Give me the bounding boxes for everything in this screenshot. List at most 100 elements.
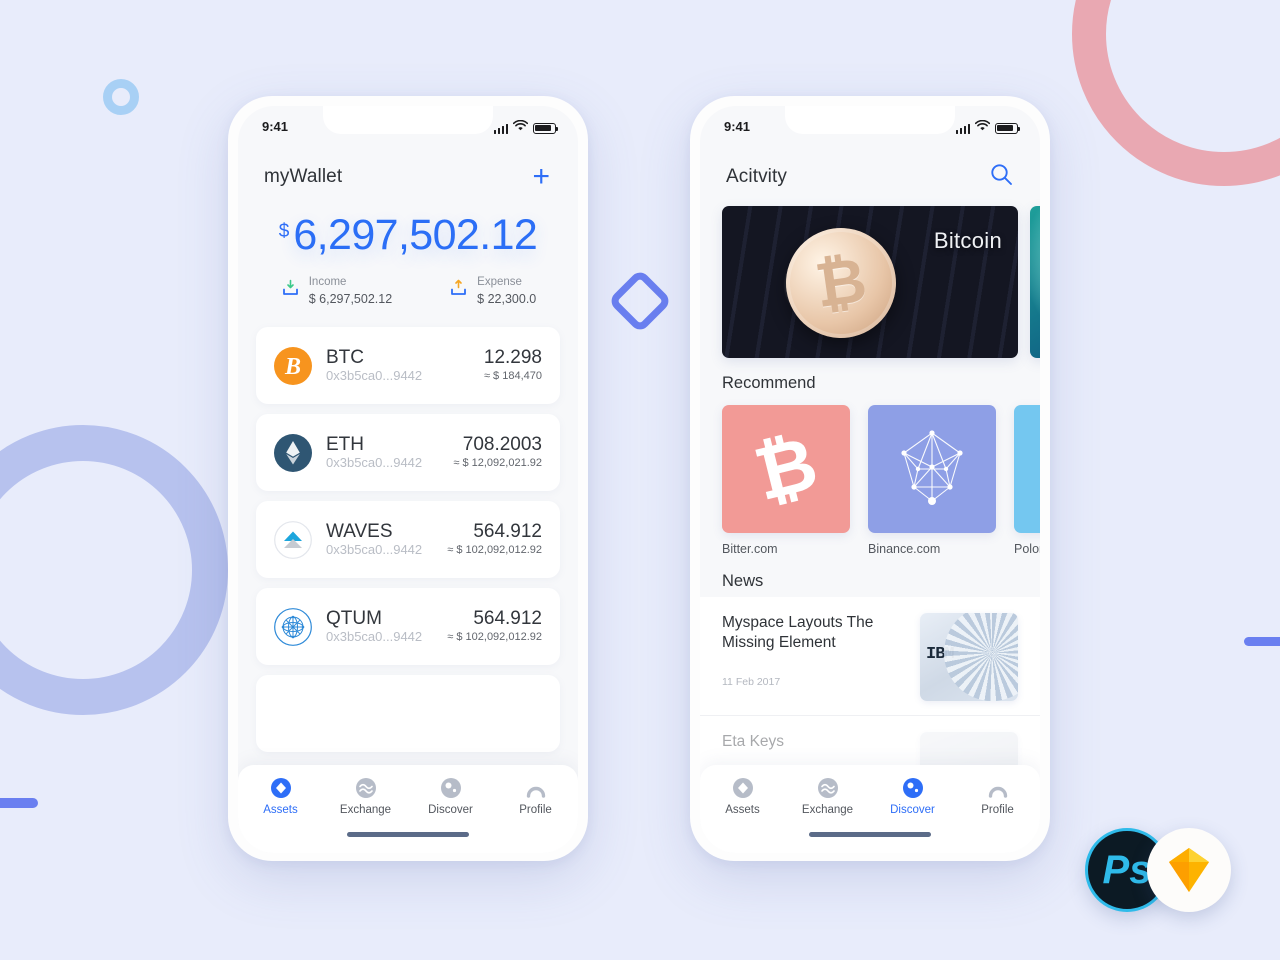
status-time: 9:41 [724,118,751,134]
asset-symbol: ETH [326,433,364,455]
asset-address: 0x3b5ca0...9442 [326,542,423,558]
battery-icon [533,122,559,134]
asset-fiat-value: ≈ $ 184,470 [483,370,542,383]
asset-fiat-value: ≈ $ 102,092,012.92 [447,544,542,557]
tab-assets[interactable]: Assets [238,776,323,816]
cellular-signal-icon [955,123,970,134]
home-indicator[interactable] [809,832,931,837]
assets-header: myWallet + [238,146,578,192]
discover-screen: 9:41 Acitvity ₿ Bitcoin Recommend ₿ Bitt… [700,106,1040,853]
list-item[interactable]: Binance.com [868,405,996,556]
tab-exchange[interactable]: Exchange [323,776,408,816]
diamond-outline-decoration [607,268,673,334]
expense-label: Expense [477,276,522,288]
cellular-signal-icon [493,123,508,134]
periwinkle-ring-decoration [0,425,228,715]
small-blue-ring-decoration [103,79,139,115]
tab-discover[interactable]: Discover [408,776,493,816]
sketch-diamond-icon [1169,848,1209,892]
list-item[interactable]: ₿ Bitter.com [722,405,850,556]
asset-fiat-value: ≈ $ 102,092,012.92 [447,631,542,644]
svg-text:B: B [284,354,301,380]
assets-diamond-icon [238,776,323,800]
tab-label: Discover [890,804,935,816]
eth-coin-icon [274,433,312,472]
tab-profile[interactable]: Profile [493,776,578,816]
asset-symbol: WAVES [326,520,393,542]
tab-label: Profile [519,804,552,816]
recommend-carousel[interactable]: ₿ Bitter.com Binance.com Polo [700,393,1040,556]
page-title: Acitvity [726,166,787,187]
asset-address: 0x3b5ca0...9442 [326,629,423,645]
tab-label: Profile [981,804,1014,816]
table-row[interactable]: QTUM 0x3b5ca0...9442 564.912 ≈ $ 102,092… [256,588,560,666]
tab-label: Assets [263,804,298,816]
balance-value: 6,297,502.12 [293,211,538,259]
income-value: $ 6,297,502.12 [308,291,393,306]
discover-moon-icon [408,776,493,800]
table-row-partial[interactable] [256,675,560,753]
banner-card[interactable] [1030,206,1040,358]
left-bar-decoration [0,798,38,808]
currency-symbol: $ [278,221,290,242]
table-row[interactable]: ETH 0x3b5ca0...9442 708.2003 ≈ $ 12,092,… [256,414,560,492]
table-row[interactable]: B BTC 0x3b5ca0...9442 12.298 ≈ $ 184,470 [256,327,560,405]
bitcoin-coin-photo-icon: ₿ [778,220,904,346]
battery-icon [995,122,1021,134]
list-item[interactable]: Myspace Layouts The Missing Element 11 F… [700,597,1040,716]
asset-symbol: QTUM [326,607,382,629]
status-bar: 9:41 [238,106,578,146]
list-item[interactable]: Polonie [1014,405,1040,556]
asset-amount: 564.912 [473,608,542,630]
plus-icon[interactable]: + [530,162,552,192]
tab-profile[interactable]: Profile [955,776,1040,816]
asset-amount: 12.298 [483,347,542,369]
income-item[interactable]: Income $ 6,297,502.12 [280,275,392,307]
income-label: Income [308,276,347,288]
expense-tray-up-icon [448,278,469,304]
expense-value: $ 22,300.0 [477,291,537,306]
banner-carousel[interactable]: ₿ Bitcoin [700,192,1040,358]
tab-label: Discover [428,804,473,816]
search-icon[interactable] [989,162,1014,192]
wifi-icon [974,119,991,134]
discover-moon-icon [870,776,955,800]
right-bar-decoration [1244,637,1280,646]
recommend-card[interactable] [868,405,996,533]
asset-amount: 564.912 [473,521,542,543]
home-indicator[interactable] [347,832,469,837]
tab-label: Assets [725,804,760,816]
banner-card[interactable]: ₿ Bitcoin [722,206,1018,358]
tab-assets[interactable]: Assets [700,776,785,816]
asset-symbol: BTC [326,346,364,368]
news-title: Myspace Layouts The Missing Element [722,614,874,652]
recommend-section-title: Recommend [722,374,816,392]
status-time: 9:41 [262,118,289,134]
phone-mockup-assets: 9:41 myWallet + $ 6,297,502.12 Income $ … [228,96,588,861]
network-polyhedron-icon [884,419,980,520]
recommend-card[interactable] [1014,405,1040,533]
asset-address: 0x3b5ca0...9442 [326,455,423,471]
pink-ring-decoration [1072,0,1280,186]
expense-item[interactable]: Expense $ 22,300.0 [448,275,536,307]
table-row[interactable]: WAVES 0x3b5ca0...9442 564.912 ≈ $ 102,09… [256,501,560,579]
asset-list: B BTC 0x3b5ca0...9442 12.298 ≈ $ 184,470 [238,327,578,753]
balance-section: $ 6,297,502.12 Income $ 6,297,502.12 Exp… [238,192,578,309]
tab-exchange[interactable]: Exchange [785,776,870,816]
waves-coin-icon [274,520,312,559]
profile-person-icon [493,776,578,800]
phone-mockup-discover: 9:41 Acitvity ₿ Bitcoin Recommend ₿ Bitt… [690,96,1050,861]
assets-screen: 9:41 myWallet + $ 6,297,502.12 Income $ … [238,106,578,853]
profile-person-icon [955,776,1040,800]
asset-address: 0x3b5ca0...9442 [326,368,423,384]
banner-label: Bitcoin [933,228,1002,253]
tab-label: Exchange [801,804,854,816]
asset-amount: 708.2003 [462,434,542,456]
recommend-card[interactable]: ₿ [722,405,850,533]
wifi-icon [512,119,529,134]
tab-discover[interactable]: Discover [870,776,955,816]
tab-bar: Assets Exchange Discover Profile [238,765,578,853]
news-thumbnail [920,613,1018,701]
income-tray-down-icon [280,278,301,304]
asset-fiat-value: ≈ $ 12,092,021.92 [453,457,542,470]
